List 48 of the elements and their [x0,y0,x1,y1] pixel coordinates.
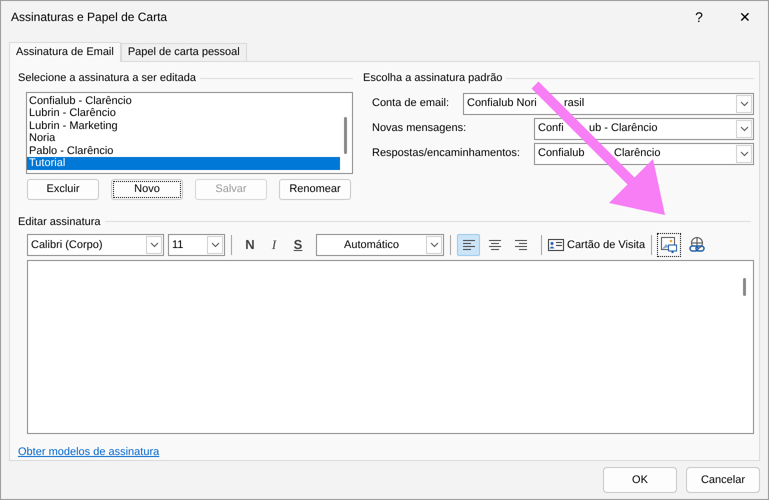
align-left-button[interactable] [457,234,480,256]
close-button[interactable]: ✕ [722,1,768,33]
list-item[interactable]: Lubrin - Clarêncio [27,107,340,120]
chevron-down-icon [740,150,748,156]
field-label: Conta de email: [372,96,450,110]
insert-picture-icon[interactable] [658,234,680,256]
chevron-down-icon [740,100,748,106]
signature-listbox[interactable]: Confialub - Clarêncio Lubrin - Clarêncio Lubrin - Marketing Noria Pablo - Clarêncio Tutorial [26,92,353,174]
italic-button[interactable]: I [263,235,285,255]
account-dropdown[interactable]: Confi ub - Clarêncio [534,118,754,140]
chevron-down-icon [210,242,220,248]
field-label: Novas mensagens: [372,120,468,136]
list-item[interactable]: Confialub - Clarêncio [27,94,340,107]
align-right-icon [512,239,528,251]
list-item[interactable]: Noria [27,132,340,144]
contact-card-icon [548,239,564,251]
scrollbar-thumb[interactable] [743,278,746,296]
field-label: Respostas/encaminhamentos: [372,146,521,160]
list-item[interactable]: Lubrin - Marketing [27,120,340,132]
bold-button[interactable]: N [239,235,261,255]
dialog-button[interactable]: Excluir [27,178,99,200]
font-dropdown[interactable]: Calibri (Corpo) [27,234,164,256]
account-dropdown[interactable]: Confialub Nori rasil [463,92,754,114]
list-item[interactable]: Tutorial [27,157,340,170]
scrollbar-thumb[interactable] [344,116,347,154]
group-label: Editar assinatura [18,214,101,230]
business-card-button[interactable]: Cartão de Visita [548,235,646,255]
color-dropdown[interactable]: Automático [316,234,444,256]
account-dropdown[interactable]: Confialub Clarêncio [534,142,754,164]
dialog-button[interactable]: OK [603,467,677,493]
chevron-down-icon [740,126,748,132]
align-left-icon [460,239,476,251]
group-label: Selecione a assinatura a ser editada [18,71,196,86]
tab[interactable]: Papel de carta pessoal [120,43,247,61]
strikethrough-button[interactable]: S [287,235,309,255]
templates-link[interactable]: Obter modelos de assinatura [18,446,160,458]
tab[interactable]: Assinatura de Email [9,42,121,62]
window-title: Assinaturas e Papel de Carta [11,9,168,26]
list-item[interactable]: Pablo - Clarêncio [27,144,340,157]
chevron-down-icon [150,242,158,248]
dialog-button[interactable]: Renomear [279,178,351,200]
size-dropdown[interactable]: 11 [168,234,225,256]
group-label: Escolha a assinatura padrão [363,71,502,86]
help-button[interactable]: ? [676,1,722,33]
dialog-button[interactable]: Cancelar [686,467,760,493]
chevron-down-icon [430,242,438,248]
align-center-icon [486,239,502,251]
dialog-button[interactable]: Novo [111,178,183,200]
